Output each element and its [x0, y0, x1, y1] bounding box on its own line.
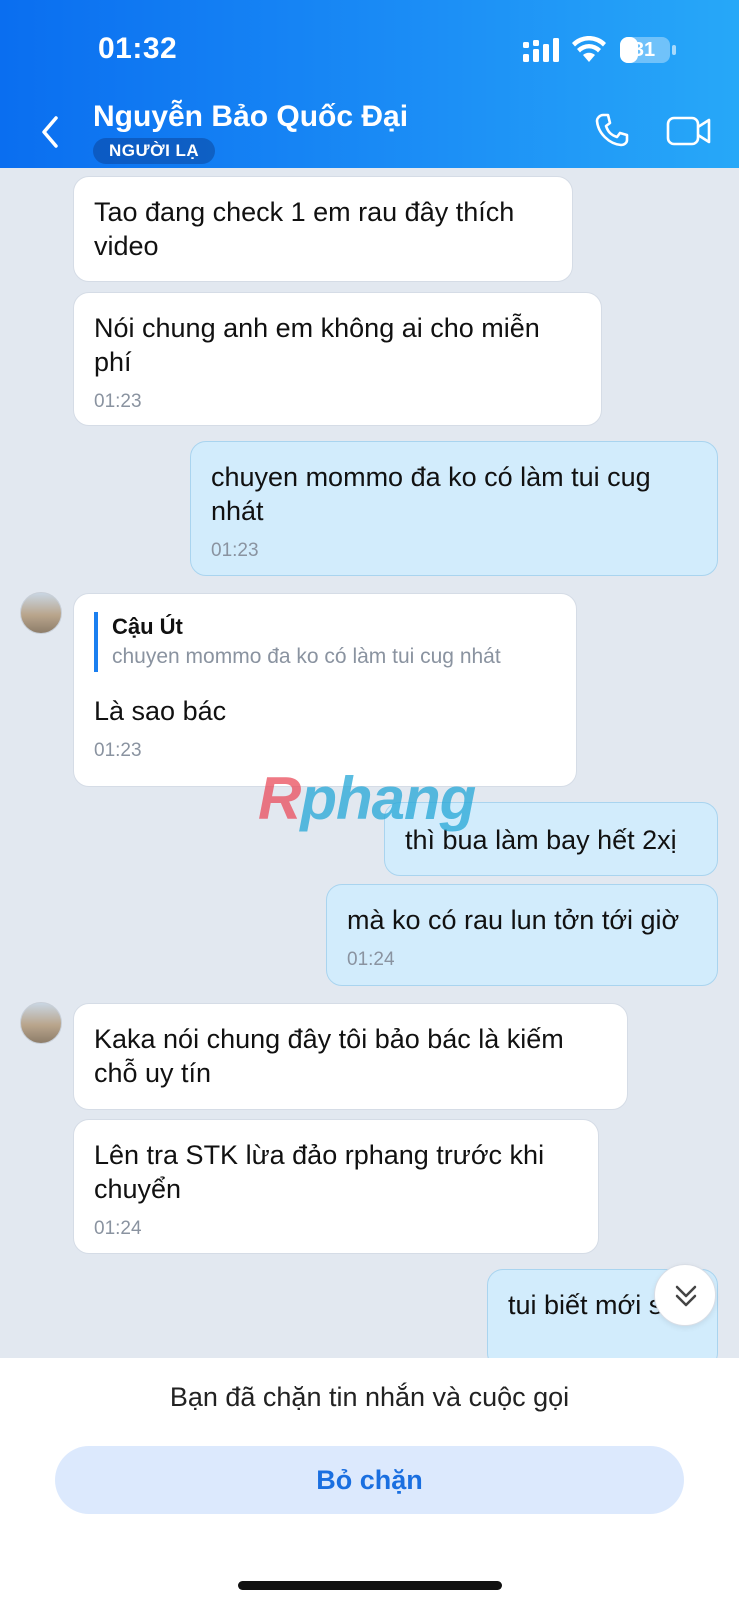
- status-time: 01:32: [98, 32, 178, 65]
- blocked-notice: Bạn đã chặn tin nhắn và cuộc gọi: [169, 1382, 570, 1412]
- message-time: 01:23: [94, 740, 142, 761]
- signal-icon: [523, 38, 559, 62]
- message-bubble[interactable]: Lên tra STK lừa đảo rphang trước khi chu…: [73, 1119, 599, 1254]
- message-bubble[interactable]: thì bua làm bay hết 2xị: [384, 802, 718, 876]
- status-icons: 31: [523, 34, 683, 66]
- message-text: mà ko có rau lun tởn tới giờ: [347, 905, 680, 935]
- quote-text: chuyen mommo đa ko có làm tui cug nhát: [112, 645, 501, 668]
- message-time: 01:24: [94, 1218, 142, 1239]
- message-text: Lên tra STK lừa đảo rphang trước khi chu…: [94, 1140, 545, 1204]
- message-text: Tao đang check 1 em rau đây thích video: [94, 197, 515, 261]
- message-time: 01:23: [211, 540, 259, 561]
- message-time: 01:23: [94, 391, 142, 412]
- quoted-message[interactable]: Cậu Út chuyen mommo đa ko có làm tui cug…: [94, 612, 556, 672]
- message-text: thì bua làm bay hết 2xị: [405, 825, 677, 855]
- message-bubble[interactable]: Kaka nói chung đây tôi bảo bác là kiếm c…: [73, 1003, 628, 1110]
- message-text: Nói chung anh em không ai cho miễn phí: [94, 313, 540, 377]
- video-call-icon[interactable]: [666, 114, 712, 148]
- contact-name[interactable]: Nguyễn Bảo Quốc Đại: [93, 100, 408, 134]
- blocked-footer: Bạn đã chặn tin nhắn và cuộc gọi Bỏ chặn: [0, 1358, 739, 1600]
- message-bubble[interactable]: mà ko có rau lun tởn tới giờ 01:24: [326, 884, 718, 986]
- chat-header: 01:32 31 Nguyễn Bảo Quốc Đại NGƯỜI LẠ: [0, 0, 739, 168]
- message-text: Kaka nói chung đây tôi bảo bác là kiếm c…: [94, 1024, 564, 1088]
- avatar[interactable]: [20, 1002, 62, 1044]
- message-bubble[interactable]: Nói chung anh em không ai cho miễn phí 0…: [73, 292, 602, 426]
- chevron-double-down-icon: [675, 1285, 697, 1307]
- phone-icon[interactable]: [594, 112, 630, 148]
- message-text: Là sao bác: [94, 696, 227, 726]
- message-bubble[interactable]: Tao đang check 1 em rau đây thích video: [73, 176, 573, 282]
- message-bubble[interactable]: Cậu Út chuyen mommo đa ko có làm tui cug…: [73, 593, 577, 787]
- back-icon[interactable]: [36, 112, 64, 152]
- unblock-button[interactable]: Bỏ chặn: [55, 1446, 684, 1514]
- home-indicator[interactable]: [238, 1581, 502, 1590]
- scroll-to-bottom-button[interactable]: [654, 1264, 716, 1326]
- stranger-badge: NGƯỜI LẠ: [93, 138, 216, 164]
- message-list[interactable]: Tao đang check 1 em rau đây thích video …: [0, 168, 739, 1358]
- message-bubble[interactable]: chuyen mommo đa ko có làm tui cug nhát 0…: [190, 441, 718, 576]
- battery-level: 31: [632, 39, 656, 61]
- message-time: 01:24: [347, 949, 395, 970]
- avatar[interactable]: [20, 592, 62, 634]
- quote-author: Cậu Út: [112, 614, 183, 639]
- message-text: chuyen mommo đa ko có làm tui cug nhát: [211, 462, 651, 526]
- wifi-icon: [572, 36, 606, 62]
